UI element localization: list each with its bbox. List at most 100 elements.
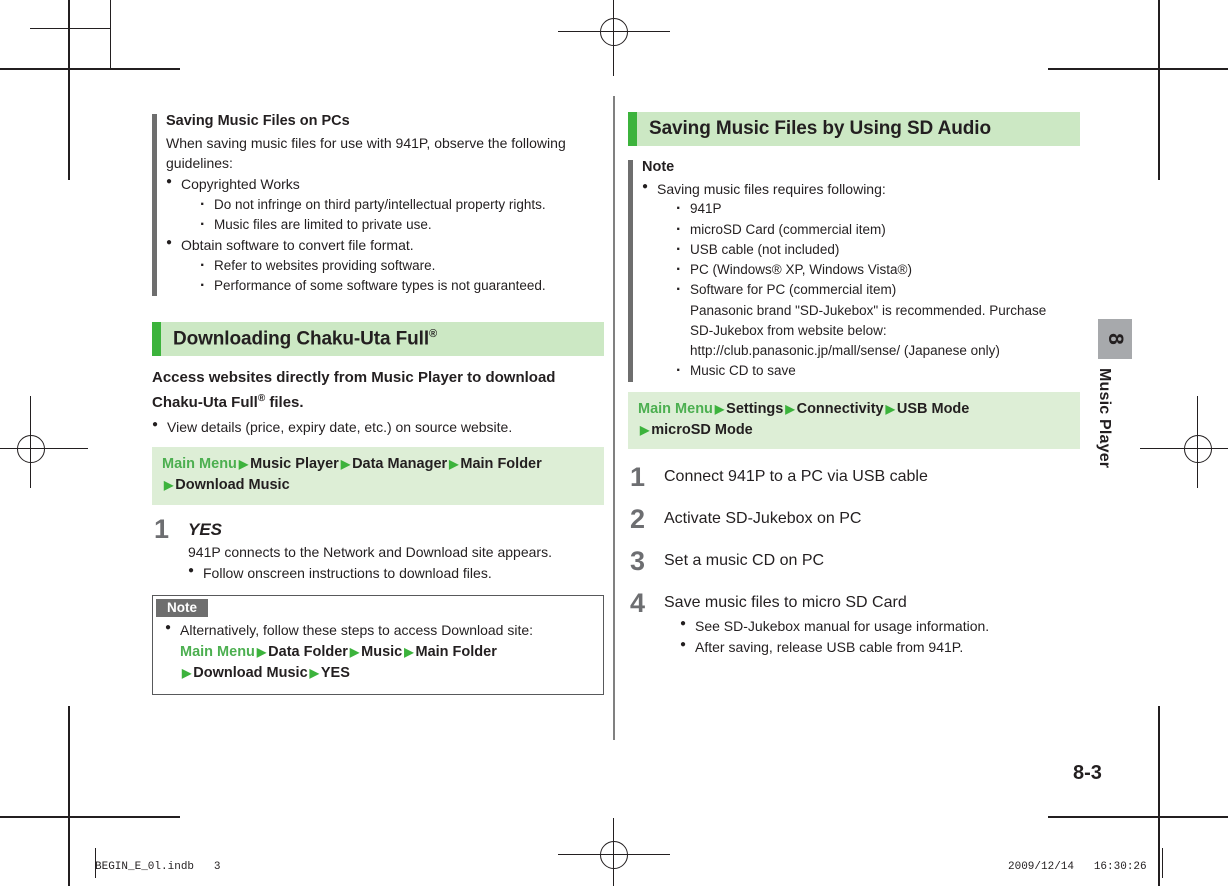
software-detail-line-1: Panasonic brand "SD-Jukebox" is recommen… (690, 302, 1047, 318)
footer-file-name: BEGIN_E_0l.indb 3 (95, 861, 221, 873)
arrow-icon: ▶ (714, 401, 725, 416)
list-item: View details (price, expiry date, etc.) … (152, 416, 604, 438)
navpath-item: Download Music (175, 477, 290, 494)
list-item: After saving, release USB cable from 941… (680, 636, 1080, 658)
arrow-icon: ▶ (449, 457, 459, 472)
list-item: Copyrighted Works Do not infringe on thi… (166, 173, 604, 236)
step-title: Activate SD-Jukebox on PC (664, 510, 862, 528)
step-number: 2 (630, 504, 646, 535)
navpath-start: Main Menu (638, 400, 713, 417)
note-tag: Note (156, 598, 208, 617)
bullet-text: Copyrighted Works (181, 176, 300, 192)
navpath-item: Music Player (250, 456, 339, 473)
navpath-item: Music (361, 643, 403, 660)
step-number: 3 (630, 546, 646, 577)
lead-post: files. (265, 394, 304, 412)
list-item: See SD-Jukebox manual for usage informat… (680, 615, 1080, 637)
navpath-item: YES (320, 665, 350, 682)
section-bullets: View details (price, expiry date, etc.) … (152, 416, 604, 438)
pc-note-block: Saving Music Files on PCs When saving mu… (152, 112, 604, 298)
navpath-start: Main Menu (162, 456, 237, 473)
list-item: Performance of some software types is no… (197, 274, 604, 297)
step-4: 4 Save music files to micro SD Card See … (628, 588, 1080, 658)
arrow-icon: ▶ (238, 457, 249, 472)
section-heading-text: Saving Music Files by Using SD Audio (649, 118, 991, 139)
arrow-icon: ▶ (404, 644, 414, 659)
heading-accent-bar (628, 112, 637, 146)
navigation-path-download-music: Main Menu ▶ Music Player ▶ Data Manager ▶ Main… (152, 447, 604, 505)
list-item: Follow onscreen instructions to download… (188, 562, 604, 584)
sub-bullets: Refer to websites providing software. Pe… (181, 254, 604, 298)
step-bullets: Follow onscreen instructions to download… (188, 562, 604, 584)
section-heading-text: Downloading Chaku-Uta Full® (161, 328, 437, 350)
step-bullets: See SD-Jukebox manual for usage informat… (680, 615, 1080, 658)
list-item: 941P (673, 197, 1080, 220)
section-lead-line-2: Chaku-Uta Full® files. (152, 392, 604, 413)
step-description: 941P connects to the Network and Downloa… (188, 544, 552, 561)
pc-note-bullets: Copyrighted Works Do not infringe on thi… (166, 173, 604, 298)
navpath-item: Main Folder (460, 456, 542, 473)
arrow-icon: ▶ (309, 666, 319, 681)
arrow-icon: ▶ (182, 666, 192, 681)
navpath-item: Download Music (193, 665, 308, 682)
list-item: USB cable (not included) (673, 238, 1080, 261)
step-number: 1 (630, 462, 646, 493)
section-heading-sd-audio: Saving Music Files by Using SD Audio (628, 112, 1080, 146)
sd-note-bullets: Saving music files requires following: 9… (642, 178, 1080, 383)
heading-label: Downloading Chaku-Uta Full (173, 328, 429, 350)
arrow-icon: ▶ (164, 478, 174, 493)
arrow-icon: ▶ (640, 422, 650, 437)
column-divider (613, 96, 615, 740)
step-title: Save music files to micro SD Card (664, 594, 907, 612)
section-lead-line-1: Access websites directly from Music Play… (152, 369, 556, 387)
registered-mark: ® (429, 328, 438, 341)
pc-note-intro-line-2: guidelines: (166, 155, 233, 172)
navpath-item: Settings (726, 400, 784, 417)
step-1: 1 Connect 941P to a PC via USB cable (628, 462, 1080, 492)
step-1: 1 YES 941P connects to the Network and D… (152, 514, 604, 584)
arrow-icon: ▶ (349, 644, 360, 659)
navpath-item: USB Mode (896, 400, 970, 417)
left-column: Saving Music Files on PCs When saving mu… (152, 112, 604, 695)
list-item: Music files are limited to private use. (197, 213, 604, 236)
software-detail-line-2: SD-Jukebox from website below: (690, 322, 887, 338)
bullet-text: Alternatively, follow these steps to acc… (180, 621, 534, 638)
manual-page: Saving Music Files on PCs When saving mu… (0, 0, 1228, 886)
footer-rule-right (1162, 848, 1163, 878)
list-item: Obtain software to convert file format. … (166, 234, 604, 298)
note-title: Note (642, 159, 675, 175)
software-detail-url: http://club.panasonic.jp/mall/sense/ (Ja… (690, 343, 1000, 359)
list-item: Alternatively, follow these steps to acc… (165, 619, 593, 685)
note-bullets: Alternatively, follow these steps to acc… (153, 619, 603, 685)
arrow-icon: ▶ (256, 644, 267, 659)
right-column: Saving Music Files by Using SD Audio Not… (628, 112, 1080, 658)
navpath-item: Data Folder (268, 643, 348, 660)
sub-bullets: 941P microSD Card (commercial item) USB … (657, 197, 1080, 382)
bullet-text: Saving music files requires following: (657, 180, 886, 197)
arrow-icon: ▶ (885, 401, 895, 416)
step-2: 2 Activate SD-Jukebox on PC (628, 504, 1080, 534)
list-item: microSD Card (commercial item) (673, 218, 1080, 241)
lead-pre: Chaku-Uta Full (152, 394, 258, 412)
navigation-path-usb-mode: Main Menu ▶ Settings ▶ Connectivity ▶ USB Mode… (628, 391, 1080, 450)
step-number: 1 (154, 513, 170, 544)
step-title: YES (188, 519, 223, 539)
bullet-text: Obtain software to convert file format. (181, 237, 414, 254)
note-box-download: Note Alternatively, follow these steps t… (152, 594, 604, 695)
navpath-item: Data Manager (352, 456, 448, 473)
navpath-item: Connectivity (796, 400, 884, 417)
footer-timestamp: 2009/12/14 16:30:26 (1008, 861, 1147, 873)
arrow-icon: ▶ (340, 457, 351, 472)
sd-note-block: Note Saving music files requires followi… (628, 158, 1080, 383)
navigation-path-note: Main Menu ▶ Data Folder ▶ Music ▶ Main Folder ▶… (180, 642, 593, 685)
pc-note-title: Saving Music Files on PCs (166, 113, 350, 129)
heading-accent-bar (152, 322, 161, 357)
page-number: 8-3 (1073, 762, 1102, 784)
step-number: 4 (630, 588, 646, 619)
sub-bullet-text: Software for PC (commercial item) (690, 282, 897, 298)
pc-note-intro-line-1: When saving music files for use with 941… (166, 134, 566, 151)
navpath-item: microSD Mode (651, 421, 753, 438)
chapter-tab: 8 Music Player (1095, 319, 1135, 469)
list-item: Refer to websites providing software. (197, 254, 604, 277)
chapter-label: Music Player (1096, 368, 1113, 469)
